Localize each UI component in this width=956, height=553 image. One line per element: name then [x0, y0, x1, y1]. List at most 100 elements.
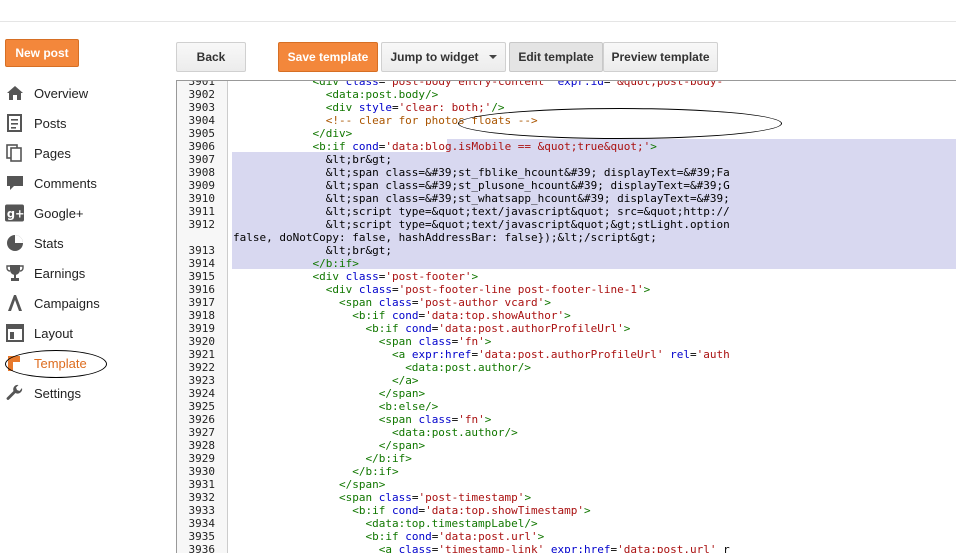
- code-line: false, doNotCopy: false, hashAddressBar:…: [233, 231, 657, 244]
- sidebar-item-label: Comments: [34, 175, 97, 191]
- line-number: 3908: [188, 166, 216, 179]
- sidebar-item-label: Stats: [34, 235, 64, 251]
- sidebar-item-label: Settings: [34, 385, 81, 401]
- code-line: </div>: [312, 127, 353, 140]
- code-line: <a class='timestamp-link' expr:href='dat…: [378, 543, 730, 553]
- template-icon: [5, 354, 24, 372]
- back-button[interactable]: Back: [176, 42, 246, 72]
- sidebar-item-comments[interactable]: Comments: [0, 168, 160, 198]
- pages-icon: [5, 144, 24, 162]
- line-number: 3926: [188, 413, 216, 426]
- sidebar-item-label: Layout: [34, 325, 74, 341]
- code-line: <b:if cond='data:top.showTimestamp'>: [352, 504, 591, 517]
- line-number: 3919: [188, 322, 216, 335]
- home-icon: [5, 84, 24, 102]
- layout-icon: [5, 324, 24, 342]
- line-number: 3907: [188, 153, 216, 166]
- code-line: <div style='clear: both;'/>: [325, 101, 505, 114]
- line-number: 3903: [188, 101, 216, 114]
- line-number: 3905: [188, 127, 216, 140]
- line-number: 3924: [188, 387, 216, 400]
- code-line: <span class='fn'>: [378, 413, 492, 426]
- code-line: <span class='fn'>: [378, 335, 492, 348]
- sidebar-item-label: Overview: [34, 85, 89, 101]
- comments-icon: [5, 174, 24, 192]
- line-number: 3904: [188, 114, 216, 127]
- top-bar: [0, 0, 956, 22]
- code-line: <a expr:href='data:post.authorProfileUrl…: [391, 348, 730, 361]
- svg-text:g+: g+: [7, 207, 24, 221]
- sidebar-item-settings[interactable]: Settings: [0, 378, 160, 408]
- sidebar-item-template[interactable]: Template: [0, 348, 160, 378]
- code-line: </span>: [378, 439, 426, 452]
- jump-to-widget-label: Jump to widget: [390, 50, 479, 64]
- line-number: 3925: [188, 400, 216, 413]
- line-number: 3916: [188, 283, 216, 296]
- code-line: <b:if cond='data:post.url'>: [365, 530, 545, 543]
- code-line: &lt;script type=&quot;text/javascript&qu…: [233, 218, 730, 231]
- preview-template-button[interactable]: Preview template: [603, 42, 718, 72]
- stats-icon: [5, 234, 24, 252]
- chevron-down-icon: [488, 55, 497, 59]
- sidebar-item-earnings[interactable]: Earnings: [0, 258, 160, 288]
- sidebar-item-label: Google+: [34, 205, 84, 221]
- sidebar-item-label: Campaigns: [34, 295, 100, 311]
- code-line: &lt;br&gt;: [233, 244, 392, 257]
- sidebar-item-campaigns[interactable]: Campaigns: [0, 288, 160, 318]
- code-line: <b:else/>: [378, 400, 439, 413]
- edit-template-button[interactable]: Edit template: [509, 42, 603, 72]
- sidebar-item-google-plus[interactable]: g+ Google+: [0, 198, 160, 228]
- trophy-icon: [5, 264, 24, 282]
- sidebar-item-label: Template: [34, 355, 87, 371]
- code-line: <!-- clear for photos floats -->: [233, 114, 538, 127]
- code-line: <data:post.author/>: [391, 426, 518, 439]
- code-line: &lt;script type=&quot;text/javascript&qu…: [233, 205, 730, 218]
- save-template-button[interactable]: Save template: [278, 42, 378, 72]
- sidebar-item-layout[interactable]: Layout: [0, 318, 160, 348]
- line-number: 3902: [188, 88, 216, 101]
- line-number: 3901: [188, 80, 216, 88]
- line-number: 3934: [188, 517, 216, 530]
- code-line: &lt;br&gt;: [233, 153, 392, 166]
- jump-to-widget-dropdown[interactable]: Jump to widget: [381, 42, 506, 72]
- posts-icon: [5, 114, 24, 132]
- code-line: <div class='post-footer'>: [312, 270, 479, 283]
- code-line: </a>: [391, 374, 419, 387]
- line-number: 3928: [188, 439, 216, 452]
- line-number: 3920: [188, 335, 216, 348]
- code-line: <b:if cond='data:blog.isMobile == &quot;…: [312, 140, 657, 153]
- line-number: 3917: [188, 296, 216, 309]
- code-line: </b:if>: [352, 465, 399, 478]
- sidebar-item-stats[interactable]: Stats: [0, 228, 160, 258]
- line-number: 3931: [188, 478, 216, 491]
- code-line: </b:if>: [365, 452, 412, 465]
- code-line: <div class='post-body entry-content' exp…: [312, 80, 724, 88]
- code-line: </span>: [378, 387, 426, 400]
- sidebar-item-posts[interactable]: Posts: [0, 108, 160, 138]
- code-editor[interactable]: 3901 <div class='post-body entry-content…: [176, 80, 956, 553]
- sidebar-item-label: Pages: [34, 145, 71, 161]
- code-line: </span>: [338, 478, 386, 491]
- line-number: 3912: [188, 218, 216, 231]
- line-number: 3922: [188, 361, 216, 374]
- new-post-button[interactable]: New post: [5, 39, 79, 67]
- sidebar-item-label: Earnings: [34, 265, 86, 281]
- code-line: <div class='post-footer-line post-footer…: [325, 283, 651, 296]
- code-line: <data:top.timestampLabel/>: [365, 517, 538, 530]
- line-number: 3911: [188, 205, 216, 218]
- code-line: <data:post.body/>: [325, 88, 439, 101]
- line-number: 3935: [188, 530, 216, 543]
- line-number: 3921: [188, 348, 216, 361]
- code-line: <b:if cond='data:top.showAuthor'>: [352, 309, 571, 322]
- line-number: 3932: [188, 491, 216, 504]
- sidebar-item-overview[interactable]: Overview: [0, 78, 160, 108]
- sidebar-item-pages[interactable]: Pages: [0, 138, 160, 168]
- wrench-icon: [5, 384, 24, 402]
- line-number: 3933: [188, 504, 216, 517]
- code-line: &lt;span class=&#39;st_fblike_hcount&#39…: [233, 166, 730, 179]
- code-line: &lt;span class=&#39;st_whatsapp_hcount&#…: [233, 192, 730, 205]
- code-line: <span class='post-author vcard'>: [338, 296, 551, 309]
- code-line: </b:if>: [312, 257, 359, 270]
- code-line: <data:post.author/>: [405, 361, 532, 374]
- campaigns-icon: [5, 294, 24, 312]
